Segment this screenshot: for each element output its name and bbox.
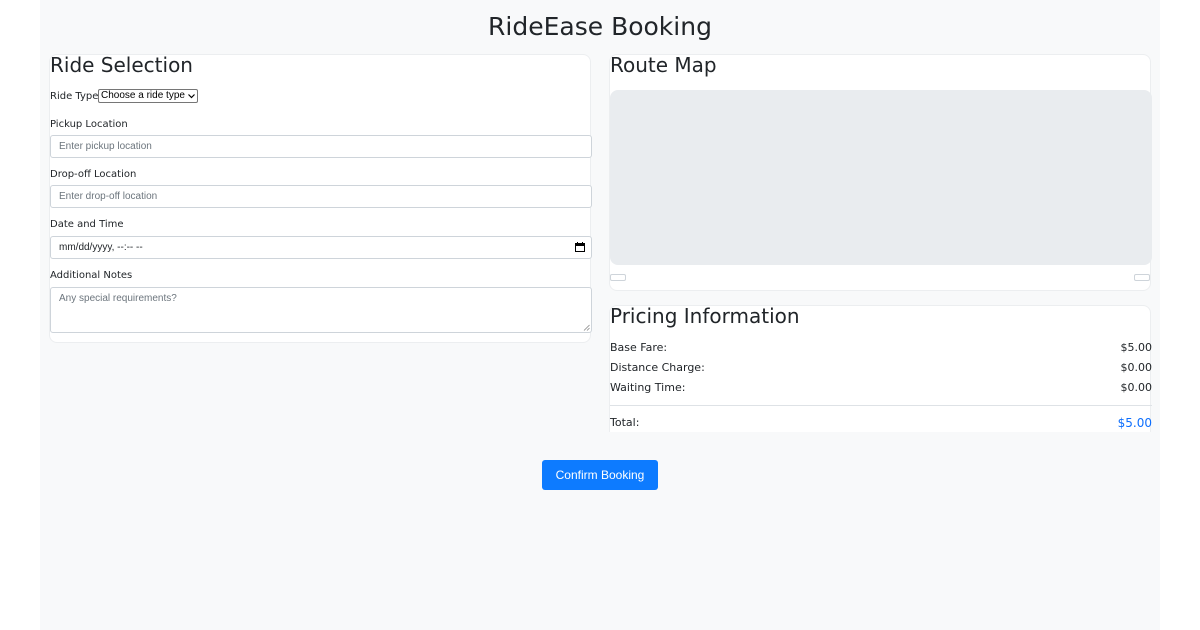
price-label: Distance Charge: — [610, 361, 705, 374]
price-value: $0.00 — [1120, 361, 1153, 374]
pickup-input[interactable]: Enter pickup location — [50, 135, 592, 158]
confirm-booking-button[interactable]: Confirm Booking — [542, 460, 658, 490]
dropoff-label: Drop-off Location — [50, 169, 137, 180]
route-map-title: Route Map — [610, 53, 717, 77]
datetime-value: mm/dd/yyyy, --:-- -- — [59, 242, 143, 253]
notes-textarea[interactable]: Any special requirements? — [50, 287, 592, 333]
ride-type-select[interactable]: Choose a ride type — [98, 89, 198, 103]
notes-placeholder: Any special requirements? — [59, 293, 177, 304]
price-value: $5.00 — [1120, 341, 1153, 354]
dropoff-placeholder: Enter drop-off location — [59, 191, 158, 202]
price-label: Waiting Time: — [610, 381, 686, 394]
total-value: $5.00 — [1117, 416, 1152, 430]
ride-type-label: Ride Type — [50, 91, 99, 102]
map-control-left[interactable] — [610, 274, 626, 281]
datetime-input[interactable]: mm/dd/yyyy, --:-- -- — [50, 236, 592, 259]
ride-selection-card: Ride Selection Ride Type Choose a ride t… — [49, 53, 592, 343]
total-label: Total: — [610, 416, 640, 429]
notes-label: Additional Notes — [50, 270, 133, 281]
page-title: RideEase Booking — [488, 12, 712, 41]
map-control-right[interactable] — [1134, 274, 1150, 281]
price-label: Base Fare: — [610, 341, 668, 354]
pricing-card: Pricing Information Base Fare: $5.00 Dis… — [609, 304, 1153, 432]
map-area[interactable] — [610, 90, 1152, 265]
pickup-placeholder: Enter pickup location — [59, 141, 152, 152]
pricing-divider — [610, 405, 1152, 406]
route-map-card: Route Map — [609, 53, 1152, 291]
datetime-label: Date and Time — [50, 219, 124, 230]
calendar-icon[interactable] — [575, 242, 585, 252]
resize-handle-icon[interactable] — [583, 324, 590, 331]
ride-selection-title: Ride Selection — [50, 53, 193, 77]
dropoff-input[interactable]: Enter drop-off location — [50, 185, 592, 208]
pickup-label: Pickup Location — [50, 119, 128, 130]
chevron-down-icon — [188, 94, 195, 99]
price-value: $0.00 — [1120, 381, 1153, 394]
pricing-title: Pricing Information — [610, 304, 800, 328]
ride-type-selected: Choose a ride type — [101, 90, 185, 101]
page-container: RideEase Booking Ride Selection Ride Typ… — [40, 0, 1160, 630]
